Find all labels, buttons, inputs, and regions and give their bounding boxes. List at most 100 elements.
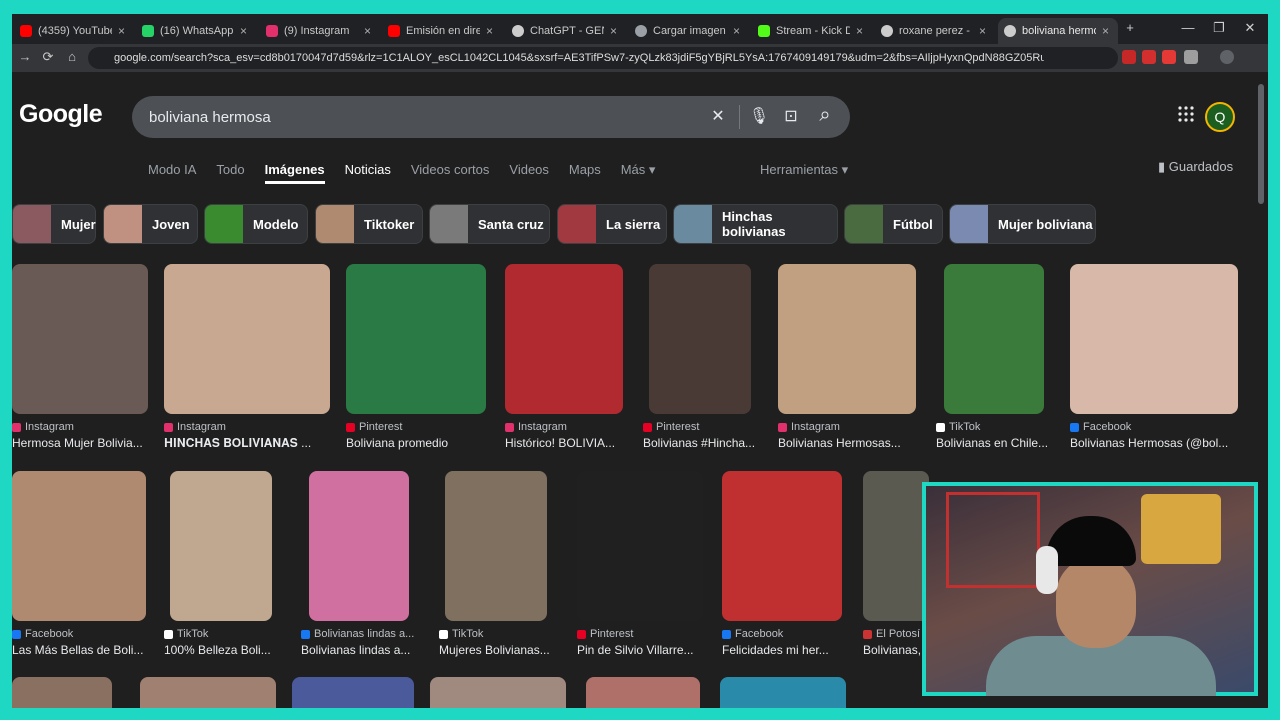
extension-icon[interactable] bbox=[1162, 50, 1176, 64]
result-thumbnail[interactable] bbox=[12, 677, 112, 708]
tab-maps[interactable]: Maps bbox=[569, 162, 601, 184]
result-thumbnail[interactable] bbox=[430, 677, 566, 708]
apps-grid-icon[interactable] bbox=[1178, 106, 1194, 127]
result-thumbnail[interactable] bbox=[445, 471, 547, 621]
result-thumbnail[interactable] bbox=[720, 677, 846, 708]
chip-thumbnail bbox=[674, 205, 712, 243]
close-icon[interactable]: × bbox=[856, 24, 866, 38]
avatar[interactable]: Q bbox=[1205, 102, 1235, 132]
chip-futbol[interactable]: Fútbol bbox=[844, 204, 943, 244]
result-thumbnail[interactable] bbox=[346, 264, 486, 414]
tab-kick[interactable]: Stream - Kick Dashbo × bbox=[752, 18, 872, 44]
result-thumbnail[interactable] bbox=[164, 264, 330, 414]
result-title[interactable]: Felicidades mi her... bbox=[722, 643, 842, 657]
tab-instagram[interactable]: (9) Instagram × bbox=[260, 18, 380, 44]
result-title[interactable]: Histórico! BOLIVIA... bbox=[505, 436, 623, 450]
chip-santa-cruz[interactable]: Santa cruz bbox=[429, 204, 550, 244]
tab-todo[interactable]: Todo bbox=[216, 162, 244, 184]
close-icon[interactable]: × bbox=[240, 24, 250, 38]
result-thumbnail[interactable] bbox=[944, 264, 1044, 414]
tab-videos[interactable]: Videos bbox=[509, 162, 549, 184]
result-thumbnail[interactable] bbox=[649, 264, 751, 414]
close-window-button[interactable]: ✕ bbox=[1238, 20, 1262, 36]
result-title[interactable]: Hermosa Mujer Bolivia... bbox=[12, 436, 148, 450]
result-thumbnail[interactable] bbox=[863, 471, 929, 621]
result-thumbnail[interactable] bbox=[577, 471, 703, 621]
scrollbar[interactable] bbox=[1258, 84, 1264, 204]
result-thumbnail[interactable] bbox=[12, 264, 148, 414]
chip-la-sierra[interactable]: La sierra bbox=[557, 204, 667, 244]
close-icon[interactable]: × bbox=[733, 24, 743, 38]
result-title[interactable]: Bolivianas Hermosas (@bol... bbox=[1070, 436, 1238, 450]
close-icon[interactable]: × bbox=[364, 24, 374, 38]
result-thumbnail[interactable] bbox=[586, 677, 700, 708]
close-icon[interactable]: × bbox=[486, 24, 496, 38]
instagram-icon bbox=[778, 422, 787, 432]
result-thumbnail[interactable] bbox=[309, 471, 409, 621]
chip-hinchas-bolivianas[interactable]: Hinchas bolivianas bbox=[673, 204, 838, 244]
reload-button[interactable]: ⟳ bbox=[39, 49, 57, 65]
tab-boliviana[interactable]: boliviana hermosa - B × bbox=[998, 18, 1118, 44]
result-title[interactable]: 𝐇𝐈𝐍𝐂𝐇𝐀𝐒 𝐁𝐎𝐋𝐈𝐕𝐈𝐀𝐍𝐀𝐒 ... bbox=[164, 436, 330, 451]
tab-emision[interactable]: Emisión en directo - Y × bbox=[382, 18, 502, 44]
result-title[interactable]: 100% Belleza Boli... bbox=[164, 643, 284, 657]
result-thumbnail[interactable] bbox=[505, 264, 623, 414]
chip-mujer-boliviana[interactable]: Mujer boliviana bbox=[949, 204, 1096, 244]
search-box[interactable]: boliviana hermosa ✕ 🎙 ⊡ ⌕ bbox=[132, 96, 850, 138]
result-thumbnail[interactable] bbox=[140, 677, 276, 708]
chip-tiktoker[interactable]: Tiktoker bbox=[315, 204, 423, 244]
result-title[interactable]: Las Más Bellas de Boli... bbox=[12, 643, 146, 657]
result-title[interactable]: Boliviana promedio bbox=[346, 436, 486, 450]
new-tab-button[interactable]: + bbox=[1118, 20, 1142, 35]
chip-joven[interactable]: Joven bbox=[103, 204, 198, 244]
search-icon[interactable]: ⌕ bbox=[814, 104, 836, 126]
result-title[interactable]: Pin de Silvio Villarre... bbox=[577, 643, 703, 657]
tab-roxane[interactable]: roxane perez - Busca × bbox=[875, 18, 995, 44]
mic-icon[interactable]: 🎙 bbox=[748, 106, 770, 128]
result-title[interactable]: Bolivianas, ... bbox=[863, 643, 929, 657]
tab-cargar-imagen[interactable]: Cargar imagen para e × bbox=[629, 18, 749, 44]
result-title[interactable]: Bolivianas lindas a... bbox=[301, 643, 421, 657]
google-logo[interactable]: Google bbox=[19, 100, 103, 129]
tab-noticias[interactable]: Noticias bbox=[345, 162, 391, 184]
result-title[interactable]: Bolivianas Hermosas... bbox=[778, 436, 916, 450]
home-button[interactable]: ⌂ bbox=[63, 49, 81, 64]
result-thumbnail[interactable] bbox=[1070, 264, 1238, 414]
result-title[interactable]: Bolivianas en Chile... bbox=[936, 436, 1054, 450]
result-thumbnail[interactable] bbox=[12, 471, 146, 621]
result-title[interactable]: Bolivianas #Hincha... bbox=[643, 436, 761, 450]
chip-mujer[interactable]: Mujer bbox=[12, 204, 96, 244]
tab-youtube[interactable]: (4359) YouTube × bbox=[14, 18, 134, 44]
tab-modo-ia[interactable]: Modo IA bbox=[148, 162, 196, 184]
result-thumbnail[interactable] bbox=[170, 471, 272, 621]
close-icon[interactable]: × bbox=[118, 24, 128, 38]
tab-chatgpt[interactable]: ChatGPT - GENERAD × bbox=[506, 18, 626, 44]
forward-button[interactable]: → bbox=[16, 49, 34, 64]
extension-icon[interactable] bbox=[1122, 50, 1136, 64]
chip-modelo[interactable]: Modelo bbox=[204, 204, 308, 244]
close-icon[interactable]: × bbox=[1102, 24, 1112, 38]
clear-icon[interactable]: ✕ bbox=[707, 106, 729, 128]
puzzle-icon[interactable] bbox=[1184, 50, 1198, 64]
address-bar[interactable]: google.com/search?sca_esv=cd8b0170047d7d… bbox=[88, 47, 1118, 69]
result-title[interactable]: Mujeres Bolivianas... bbox=[439, 643, 559, 657]
close-icon[interactable]: × bbox=[979, 24, 989, 38]
minimize-button[interactable]: — bbox=[1176, 20, 1200, 35]
extension-icon[interactable] bbox=[1142, 50, 1156, 64]
result-thumbnail[interactable] bbox=[778, 264, 916, 414]
tools-button[interactable]: Herramientas ▾ bbox=[760, 162, 848, 178]
tab-videos-cortos[interactable]: Videos cortos bbox=[411, 162, 490, 184]
tab-mas[interactable]: Más ▾ bbox=[621, 162, 656, 184]
search-input[interactable]: boliviana hermosa bbox=[149, 109, 271, 126]
pinterest-icon bbox=[643, 422, 652, 432]
result-thumbnail[interactable] bbox=[292, 677, 414, 708]
google-icon bbox=[1004, 25, 1016, 37]
result-thumbnail[interactable] bbox=[722, 471, 842, 621]
maximize-button[interactable]: ❐ bbox=[1207, 20, 1231, 36]
saved-button[interactable]: ▮ Guardados bbox=[1158, 159, 1233, 175]
profile-icon[interactable] bbox=[1220, 50, 1234, 64]
tab-imagenes[interactable]: Imágenes bbox=[264, 162, 325, 184]
lens-icon[interactable]: ⊡ bbox=[780, 106, 802, 128]
close-icon[interactable]: × bbox=[610, 24, 620, 38]
tab-whatsapp[interactable]: (16) WhatsApp × bbox=[136, 18, 256, 44]
